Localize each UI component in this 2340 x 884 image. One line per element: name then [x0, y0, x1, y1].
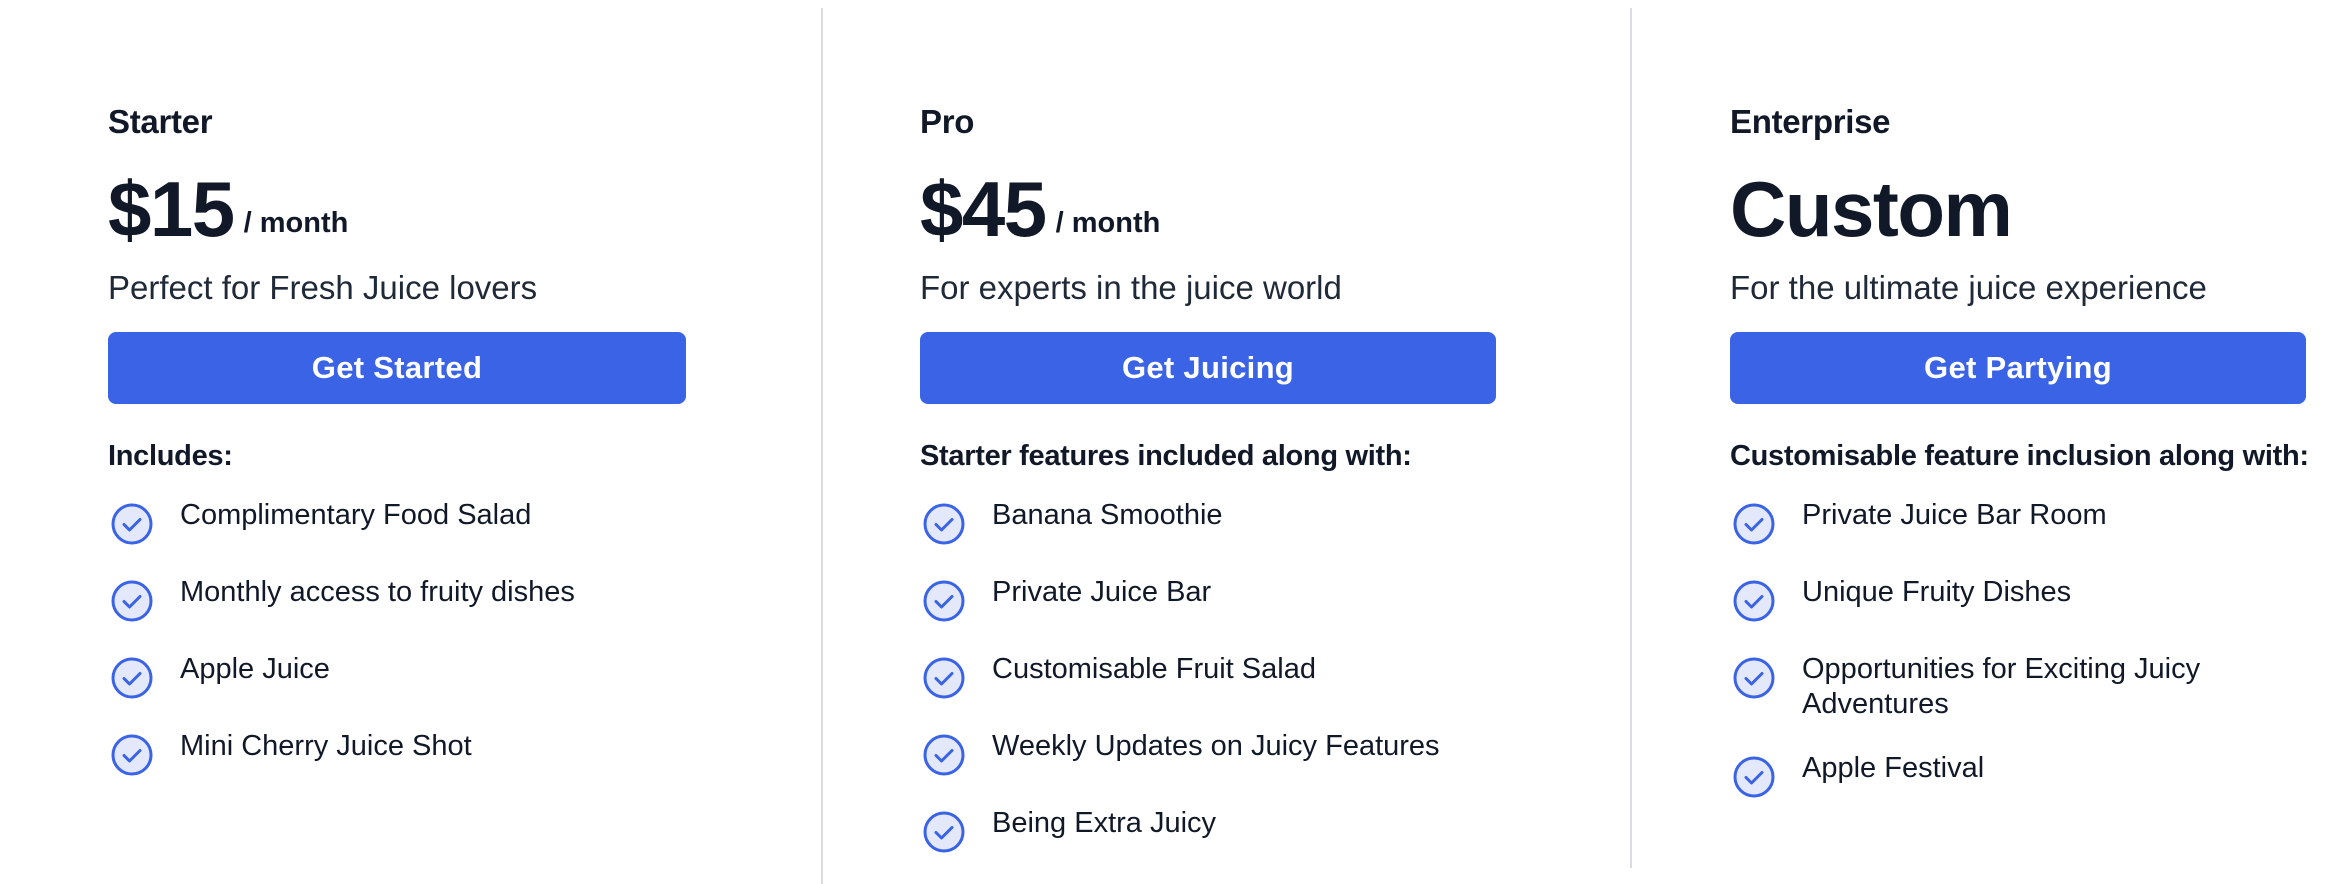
feature-item: Apple Festival — [1730, 751, 2310, 799]
price-row: $15 / month — [108, 164, 688, 254]
get-started-button[interactable]: Get Started — [108, 332, 686, 404]
feature-text: Mini Cherry Juice Shot — [180, 730, 472, 762]
check-circle-icon — [1732, 755, 1776, 799]
feature-text: Private Juice Bar — [992, 576, 1212, 608]
feature-text: Banana Smoothie — [992, 499, 1223, 531]
check-circle-icon — [1732, 579, 1776, 623]
check-circle-icon — [922, 579, 966, 623]
feature-item: Banana Smoothie — [920, 498, 1500, 546]
check-circle-icon — [922, 733, 966, 777]
plan-tagline: Perfect for Fresh Juice lovers — [108, 269, 538, 306]
feature-text: Complimentary Food Salad — [180, 499, 532, 531]
feature-text: Being Extra Juicy — [992, 807, 1217, 839]
plan-tagline: For experts in the juice world — [920, 269, 1342, 306]
plan-period: / month — [1055, 207, 1161, 239]
feature-item: Apple Juice — [108, 652, 688, 700]
includes-heading: Includes: — [108, 440, 233, 472]
feature-text: Opportunities for Exciting Juicy Adventu… — [1802, 653, 2201, 720]
feature-item: Mini Cherry Juice Shot — [108, 729, 688, 777]
plan-name: Starter — [108, 103, 213, 140]
price-row: Custom — [1730, 164, 2310, 254]
check-circle-icon — [110, 656, 154, 700]
feature-text: Apple Juice — [180, 653, 330, 685]
get-partying-button[interactable]: Get Partying — [1730, 332, 2306, 404]
feature-item: Customisable Fruit Salad — [920, 652, 1500, 700]
check-circle-icon — [110, 579, 154, 623]
plan-card-enterprise: Enterprise Custom For the ultimate juice… — [1730, 100, 2310, 828]
feature-item: Monthly access to fruity dishes — [108, 575, 688, 623]
plan-name: Pro — [920, 103, 975, 140]
check-circle-icon — [922, 656, 966, 700]
feature-item: Opportunities for Exciting Juicy Adventu… — [1730, 652, 2310, 722]
feature-text: Unique Fruity Dishes — [1802, 576, 2072, 608]
feature-text: Private Juice Bar Room — [1802, 499, 2107, 531]
feature-text: Weekly Updates on Juicy Features — [992, 730, 1440, 762]
includes-heading: Starter features included along with: — [920, 440, 1412, 472]
feature-item: Weekly Updates on Juicy Features — [920, 729, 1500, 777]
check-circle-icon — [1732, 656, 1776, 700]
feature-item: Being Extra Juicy — [920, 806, 1500, 854]
plan-card-pro: Pro $45 / month For experts in the juice… — [920, 100, 1500, 883]
feature-list: Complimentary Food Salad Monthly access t… — [108, 498, 688, 777]
feature-item: Private Juice Bar — [920, 575, 1500, 623]
plan-period: / month — [243, 207, 349, 239]
column-divider — [1630, 8, 1632, 868]
check-circle-icon — [922, 810, 966, 854]
check-circle-icon — [1732, 502, 1776, 546]
feature-item: Complimentary Food Salad — [108, 498, 688, 546]
feature-list: Private Juice Bar Room Unique Fruity Dish… — [1730, 498, 2310, 799]
plan-price: $15 — [108, 165, 235, 253]
price-row: $45 / month — [920, 164, 1500, 254]
feature-text: Customisable Fruit Salad — [992, 653, 1316, 685]
plan-price: $45 — [920, 165, 1047, 253]
check-circle-icon — [922, 502, 966, 546]
column-divider — [821, 8, 823, 884]
plan-name: Enterprise — [1730, 103, 1891, 140]
plan-tagline: For the ultimate juice experience — [1730, 269, 2207, 306]
feature-list: Banana Smoothie Private Juice Bar Customis… — [920, 498, 1500, 854]
feature-text: Monthly access to fruity dishes — [180, 576, 575, 608]
check-circle-icon — [110, 733, 154, 777]
feature-item: Private Juice Bar Room — [1730, 498, 2310, 546]
feature-text: Apple Festival — [1802, 752, 1985, 784]
plan-card-starter: Starter $15 / month Perfect for Fresh Ju… — [108, 100, 688, 806]
feature-item: Unique Fruity Dishes — [1730, 575, 2310, 623]
check-circle-icon — [110, 502, 154, 546]
pricing-section: Starter $15 / month Perfect for Fresh Ju… — [0, 0, 2340, 884]
includes-heading: Customisable feature inclusion along wit… — [1730, 440, 2309, 472]
get-juicing-button[interactable]: Get Juicing — [920, 332, 1496, 404]
plan-price: Custom — [1730, 165, 2013, 253]
